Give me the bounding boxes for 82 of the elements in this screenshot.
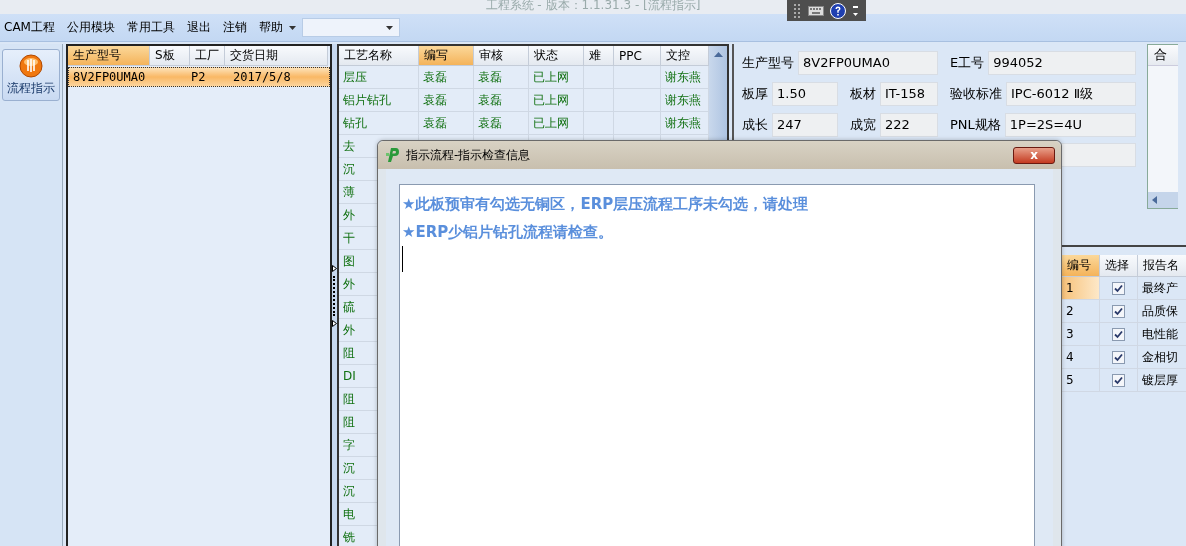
table-cell: 铝片钻孔 xyxy=(339,89,419,112)
menu-item[interactable]: 退出 xyxy=(186,19,211,36)
arrow-icon xyxy=(332,320,337,327)
table-cell: 品质保 xyxy=(1138,300,1186,323)
table-cell: 袁磊 xyxy=(474,112,529,135)
input-field[interactable]: 8V2FP0UMA0 xyxy=(798,50,938,75)
table-cell: 镀层厚 xyxy=(1138,369,1186,392)
input-field[interactable]: IPC-6012 Ⅱ级 xyxy=(1006,81,1136,106)
field-label: 成长 xyxy=(742,115,768,134)
left-arrow-icon xyxy=(1152,196,1157,204)
column-header[interactable]: 编写 xyxy=(419,46,474,66)
menu-item[interactable]: 常用工具 xyxy=(126,19,175,36)
menu-item[interactable]: 公用模块 xyxy=(66,19,115,36)
menu-item[interactable]: 注销 xyxy=(222,19,247,36)
checkbox[interactable] xyxy=(1112,281,1125,295)
field-label: E工号 xyxy=(950,53,985,72)
menu-item[interactable]: CAM工程 xyxy=(4,19,55,36)
column-header[interactable]: 编号 xyxy=(1062,255,1100,277)
input-field[interactable]: 1.50 xyxy=(772,81,838,106)
nav-button[interactable]: 流程指示 xyxy=(2,49,60,101)
input-field[interactable]: 222 xyxy=(880,112,938,137)
table-cell: 电性能 xyxy=(1138,323,1186,346)
scrollbar[interactable] xyxy=(1148,192,1178,208)
field-label: PNL规格 xyxy=(950,115,1001,134)
field-label: 生产型号 xyxy=(742,53,794,72)
table-cell: 已上网 xyxy=(529,89,584,112)
table-cell-text: P2 xyxy=(190,69,207,86)
splitter-handle[interactable] xyxy=(332,44,337,546)
table-cell[interactable]: 1 xyxy=(1062,277,1100,300)
table-cell: 袁磊 xyxy=(474,89,529,112)
table-cell: 袁磊 xyxy=(419,89,474,112)
checkbox[interactable] xyxy=(1112,373,1125,387)
column-header[interactable]: S板 xyxy=(150,46,190,66)
column-header[interactable]: 文控 xyxy=(661,46,709,66)
table-cell: 袁磊 xyxy=(474,66,529,89)
minimize-icon[interactable] xyxy=(852,3,859,18)
column-header[interactable]: 工艺名称 xyxy=(339,46,419,66)
table-cell: 已上网 xyxy=(529,112,584,135)
ball-icon xyxy=(19,53,43,78)
field-label: 验收标准 xyxy=(950,84,1002,103)
caret-icon[interactable] xyxy=(288,25,296,30)
checkbox[interactable] xyxy=(1112,350,1125,364)
caret-icon xyxy=(385,25,393,30)
arrow-icon xyxy=(332,265,337,272)
column-header[interactable]: 审核 xyxy=(474,46,529,66)
column-header[interactable]: 报告名 xyxy=(1138,255,1186,277)
up-arrow-icon xyxy=(713,52,723,57)
table-cell xyxy=(614,66,661,89)
table-cell: 最终产 xyxy=(1138,277,1186,300)
keyboard-icon[interactable] xyxy=(808,5,824,16)
menu-item[interactable]: 帮助 xyxy=(258,19,283,36)
table-cell xyxy=(584,66,614,89)
table-row[interactable]: 8V2FP0UMA0 P2 2017/5/8 xyxy=(68,67,330,87)
column-header[interactable]: PPC xyxy=(614,46,661,66)
field-label: 成宽 xyxy=(850,115,876,134)
input-field[interactable]: IT-158 xyxy=(880,81,938,106)
table-cell-text: 2017/5/8 xyxy=(232,69,292,86)
app-logo-icon xyxy=(386,147,400,163)
table-cell: 已上网 xyxy=(529,66,584,89)
table-cell-text: 8V2FP0UMA0 xyxy=(72,69,147,86)
column-header[interactable]: 生产型号 xyxy=(68,46,150,66)
table-cell: 袁磊 xyxy=(419,112,474,135)
input-field[interactable]: 1P=2S=4U xyxy=(1004,112,1136,137)
checkbox[interactable] xyxy=(1112,327,1125,341)
checkbox[interactable] xyxy=(1112,304,1125,318)
column-header[interactable]: 工厂 xyxy=(190,46,225,66)
input-field[interactable]: 247 xyxy=(772,112,838,137)
column-header[interactable]: 交货日期 xyxy=(225,46,328,66)
help-icon[interactable] xyxy=(830,2,846,19)
column-header[interactable]: 状态 xyxy=(529,46,584,66)
dropdown-field[interactable] xyxy=(301,18,400,37)
table-cell: 金相切 xyxy=(1138,346,1186,369)
table-cell: 袁磊 xyxy=(419,66,474,89)
column-header[interactable]: 选择 xyxy=(1100,255,1138,277)
field-label: 板材 xyxy=(850,84,876,103)
column-header[interactable]: 难 xyxy=(584,46,614,66)
table-cell: 层压 xyxy=(339,66,419,89)
field-label: 板厚 xyxy=(742,84,768,103)
table-cell: 钻孔 xyxy=(339,112,419,135)
grip-icon[interactable] xyxy=(794,3,802,18)
column-header[interactable]: 合 xyxy=(1148,45,1178,66)
input-field[interactable]: 994052 xyxy=(988,50,1136,75)
